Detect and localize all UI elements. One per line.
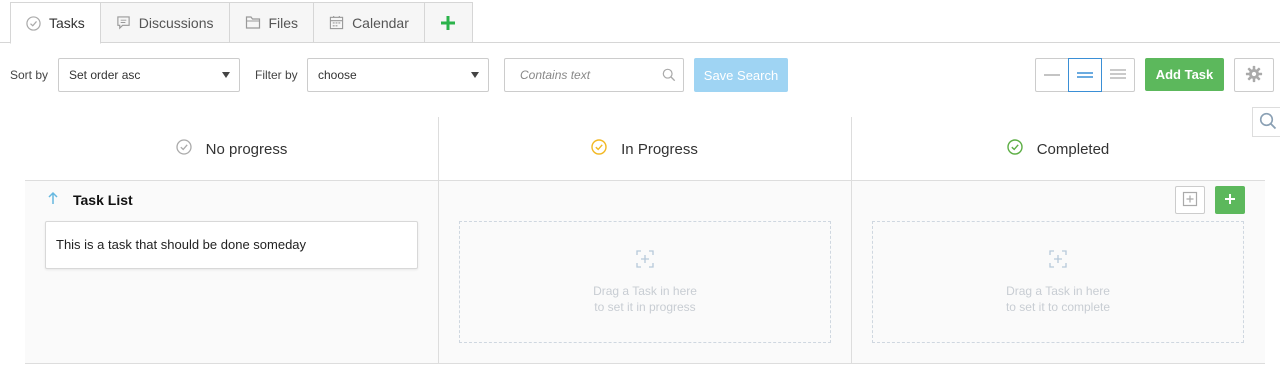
check-circle-icon: [1007, 139, 1023, 159]
column-divider: [851, 117, 852, 364]
settings-button[interactable]: [1234, 58, 1274, 92]
task-board: No progress In Progress Completed Task L…: [25, 117, 1265, 364]
collapse-list-button[interactable]: [1175, 186, 1205, 214]
column-title: In Progress: [621, 140, 698, 158]
dropzone-completed[interactable]: Drag a Task in here to set it to complet…: [872, 221, 1244, 343]
column-header-in-progress: In Progress: [438, 117, 851, 181]
sort-select[interactable]: Set order asc: [58, 58, 240, 92]
caret-down-icon: [222, 72, 230, 78]
board-bottom-divider: [25, 363, 1265, 364]
tab-label: Calendar: [352, 14, 409, 31]
filter-select[interactable]: choose: [307, 58, 489, 92]
dropzone-text-line1: Drag a Task in here: [1006, 284, 1110, 298]
filter-select-value: choose: [318, 68, 357, 82]
column-title: Completed: [1036, 140, 1110, 158]
add-tab-button[interactable]: [424, 2, 473, 43]
save-search-button[interactable]: Save Search: [694, 58, 788, 92]
tab-files[interactable]: Files: [229, 2, 315, 43]
density-compact-button[interactable]: [1036, 59, 1068, 91]
sort-select-value: Set order asc: [69, 68, 141, 82]
drop-target-icon: [635, 249, 655, 283]
tab-list: Tasks Discussions Files Calendar: [10, 2, 473, 44]
task-card[interactable]: This is a task that should be done somed…: [45, 221, 418, 269]
task-list-title: Task List: [73, 191, 133, 208]
search-box: [504, 58, 684, 92]
plus-icon: [1224, 193, 1236, 208]
gear-icon: [1245, 65, 1263, 86]
add-square-icon: [1182, 191, 1198, 210]
check-circle-icon: [591, 139, 607, 159]
caret-down-icon: [471, 72, 479, 78]
line-triple-icon: [1109, 68, 1127, 83]
column-header-no-progress: No progress: [25, 117, 438, 181]
task-list-header: Task List: [47, 191, 133, 208]
density-normal-button[interactable]: [1068, 58, 1102, 92]
arrow-up-icon[interactable]: [47, 191, 59, 208]
column-title: No progress: [205, 140, 288, 158]
search-icon[interactable]: [662, 68, 676, 85]
tab-discussions[interactable]: Discussions: [100, 2, 230, 43]
tab-label: Files: [268, 14, 299, 31]
drop-target-icon: [1048, 249, 1068, 283]
comment-icon: [116, 15, 131, 30]
add-task-button[interactable]: Add Task: [1145, 58, 1224, 91]
tab-bar: Tasks Discussions Files Calendar: [0, 0, 1280, 44]
dropzone-text-line2: to set it in progress: [594, 300, 696, 314]
density-expanded-button[interactable]: [1102, 59, 1134, 91]
tab-label: Discussions: [138, 14, 214, 31]
tab-label: Tasks: [49, 15, 85, 31]
header-divider: [25, 180, 1265, 181]
sort-by-label: Sort by: [10, 68, 49, 82]
column-divider: [438, 117, 439, 364]
search-input[interactable]: [505, 59, 655, 91]
folder-icon: [245, 15, 261, 30]
check-circle-icon: [26, 15, 41, 31]
filter-by-label: Filter by: [255, 68, 298, 82]
tab-calendar[interactable]: Calendar: [314, 2, 425, 43]
column-header-completed: Completed: [851, 117, 1265, 181]
dropzone-in-progress[interactable]: Drag a Task in here to set it in progres…: [459, 221, 831, 343]
plus-icon: [440, 15, 456, 31]
line-single-icon: [1043, 68, 1061, 83]
add-list-button[interactable]: [1215, 186, 1245, 214]
dropzone-text-line1: Drag a Task in here: [593, 284, 697, 298]
calendar-icon: [329, 15, 344, 30]
check-circle-icon: [175, 139, 192, 159]
line-double-icon: [1076, 68, 1094, 83]
tab-tasks[interactable]: Tasks: [10, 2, 101, 44]
dropzone-text-line2: to set it to complete: [1005, 300, 1111, 314]
view-density-toggle: [1035, 58, 1135, 92]
